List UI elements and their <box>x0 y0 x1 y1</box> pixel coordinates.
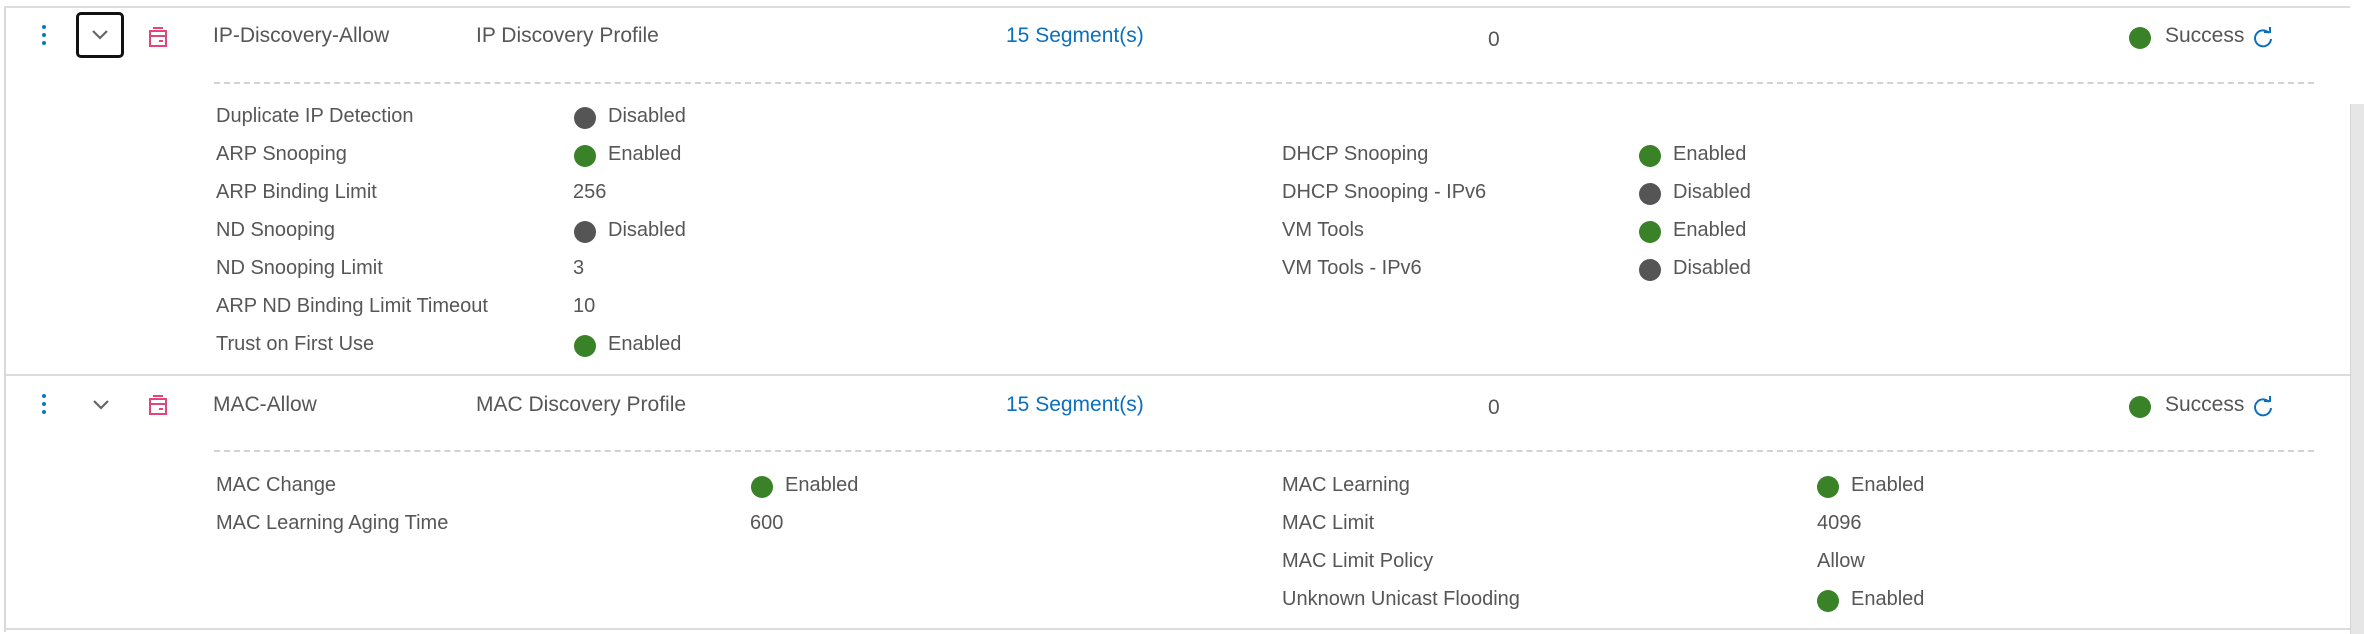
status-success-dot <box>2129 27 2151 49</box>
status-text: Success <box>2165 24 2245 47</box>
kebab-menu-icon[interactable] <box>42 394 46 418</box>
row-separator <box>6 628 2350 630</box>
detail-value: Disabled <box>1673 257 1751 279</box>
detail-label: MAC Learning Aging Time <box>216 512 449 534</box>
enabled-dot <box>1817 476 1839 498</box>
detail-label: Trust on First Use <box>216 333 375 355</box>
detail-label: MAC Limit <box>1282 512 1375 534</box>
status-success-dot <box>2129 396 2151 418</box>
detail-value: Enabled <box>1673 219 1747 241</box>
enabled-dot <box>1639 221 1661 243</box>
vertical-scrollbar[interactable] <box>2350 104 2364 634</box>
disabled-dot <box>574 107 596 129</box>
status-text: Success <box>2165 393 2245 416</box>
detail-label: ND Snooping <box>216 219 335 241</box>
enabled-dot <box>1639 145 1661 167</box>
detail-label: ARP Binding Limit <box>216 181 377 203</box>
detail-value: Allow <box>1817 550 1865 572</box>
chevron-down-icon <box>92 30 108 40</box>
divider <box>214 82 2314 84</box>
detail-value: Enabled <box>608 143 682 165</box>
detail-label: VM Tools <box>1282 219 1364 241</box>
disabled-dot <box>1639 183 1661 205</box>
enabled-dot <box>574 145 596 167</box>
detail-value: Enabled <box>608 333 682 355</box>
detail-value: 10 <box>573 295 596 317</box>
detail-value: Disabled <box>608 219 686 241</box>
row-separator <box>6 374 2350 376</box>
detail-value: 256 <box>573 181 607 203</box>
kebab-menu-icon[interactable] <box>42 25 46 49</box>
detail-value: 3 <box>573 257 585 279</box>
refresh-icon[interactable] <box>2252 396 2274 418</box>
refresh-icon[interactable] <box>2252 27 2274 49</box>
disabled-dot <box>574 221 596 243</box>
segments-link[interactable]: 15 Segment(s) <box>1006 24 1144 48</box>
detail-label: Unknown Unicast Flooding <box>1282 588 1520 610</box>
count-value: 0 <box>1488 396 1500 419</box>
profile-name: IP-Discovery-Allow <box>213 24 390 47</box>
detail-label: MAC Change <box>216 474 337 496</box>
profiles-table <box>4 6 2350 632</box>
detail-label: DHCP Snooping <box>1282 143 1429 165</box>
detail-value: Enabled <box>785 474 859 496</box>
divider <box>214 450 2314 452</box>
disabled-dot <box>1639 259 1661 281</box>
detail-value: Disabled <box>1673 181 1751 203</box>
profile-name: MAC-Allow <box>213 393 317 416</box>
enabled-dot <box>1817 590 1839 612</box>
detail-value: Enabled <box>1851 474 1925 496</box>
detail-label: ND Snooping Limit <box>216 257 383 279</box>
profile-type: MAC Discovery Profile <box>476 393 687 416</box>
expand-button[interactable] <box>76 12 124 58</box>
detail-label: MAC Learning <box>1282 474 1410 496</box>
detail-label: VM Tools - IPv6 <box>1282 257 1422 279</box>
detail-label: ARP ND Binding Limit Timeout <box>216 295 488 317</box>
detail-label: ARP Snooping <box>216 143 347 165</box>
detail-label: DHCP Snooping - IPv6 <box>1282 181 1487 203</box>
segments-link[interactable]: 15 Segment(s) <box>1006 393 1144 417</box>
detail-label: MAC Limit Policy <box>1282 550 1434 572</box>
enabled-dot <box>751 476 773 498</box>
chevron-down-icon[interactable] <box>92 399 110 411</box>
profile-type-icon <box>149 27 167 47</box>
detail-value: 600 <box>750 512 784 534</box>
detail-label: Duplicate IP Detection <box>216 105 414 127</box>
detail-value: 4096 <box>1817 512 1862 534</box>
detail-value: Enabled <box>1851 588 1925 610</box>
profile-type-icon <box>149 395 167 415</box>
enabled-dot <box>574 335 596 357</box>
count-value: 0 <box>1488 28 1500 51</box>
detail-value: Disabled <box>608 105 686 127</box>
profile-type: IP Discovery Profile <box>476 24 659 47</box>
detail-value: Enabled <box>1673 143 1747 165</box>
